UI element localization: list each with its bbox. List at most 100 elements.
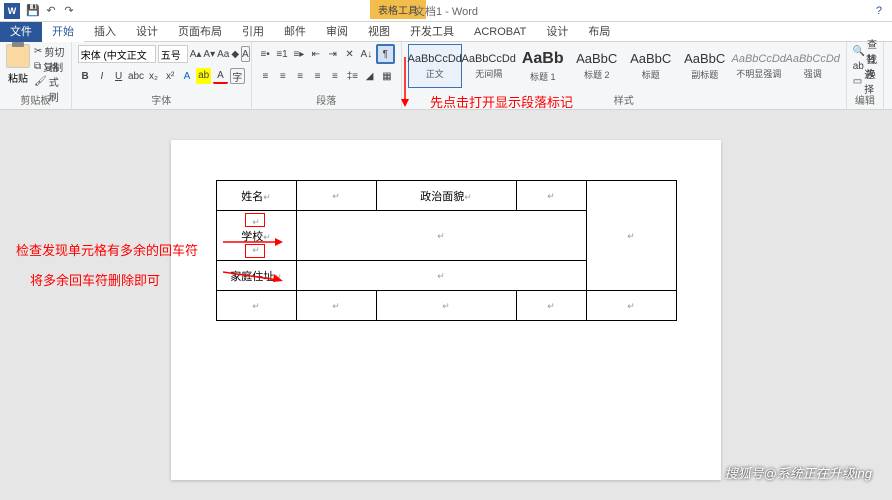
style-title[interactable]: AaBbC标题: [624, 44, 678, 88]
tab-file[interactable]: 文件: [0, 22, 42, 42]
style-nospace[interactable]: AaBbCcDd无间隔: [462, 44, 516, 88]
line-spacing-button[interactable]: ‡≡: [345, 68, 360, 84]
tab-design[interactable]: 设计: [126, 22, 168, 42]
cell-r3c2[interactable]: ↵: [296, 261, 586, 291]
tab-page-layout[interactable]: 页面布局: [168, 22, 232, 42]
style-subtitle[interactable]: AaBbC副标题: [678, 44, 732, 88]
paste-label[interactable]: 粘贴: [8, 70, 28, 85]
paste-icon[interactable]: [6, 44, 30, 68]
cell-r1c3[interactable]: 政治面貌↵: [376, 181, 516, 211]
style-normal[interactable]: AaBbCcDd正文: [408, 44, 462, 88]
bullets-button[interactable]: ≡•: [258, 46, 273, 62]
page[interactable]: 姓名↵ ↵ 政治面貌↵ ↵ ↵ ↵ 学校↵ ↵ ↵ 家庭住址↵ ↵: [171, 140, 721, 480]
show-hide-marks-button[interactable]: ¶: [376, 44, 395, 64]
highlight-button[interactable]: ab: [196, 68, 211, 84]
arrow-left1: [218, 232, 288, 252]
tab-table-design[interactable]: 设计: [536, 22, 578, 42]
style-heading2[interactable]: AaBbC标题 2: [570, 44, 624, 88]
scissors-icon: ✂: [34, 46, 42, 57]
style-heading1[interactable]: AaBb标题 1: [516, 44, 570, 88]
asian-layout-button[interactable]: ✕: [342, 46, 357, 62]
underline-button[interactable]: U: [111, 68, 126, 84]
cell-r4c1[interactable]: ↵: [216, 291, 296, 321]
increase-indent-button[interactable]: ⇥: [325, 46, 340, 62]
shading-button[interactable]: ◢: [362, 68, 377, 84]
align-left-button[interactable]: ≡: [258, 68, 273, 84]
tab-developer[interactable]: 开发工具: [400, 22, 464, 42]
font-color-button[interactable]: A: [213, 68, 228, 84]
cell-r1c4[interactable]: ↵: [516, 181, 586, 211]
tab-mailings[interactable]: 邮件: [274, 22, 316, 42]
highlight-box-1: [245, 213, 265, 227]
cell-r1c1[interactable]: 姓名↵: [216, 181, 296, 211]
arrow-left2: [218, 262, 288, 292]
tab-insert[interactable]: 插入: [84, 22, 126, 42]
cell-r1c2[interactable]: ↵: [296, 181, 376, 211]
cell-r4c3[interactable]: ↵: [376, 291, 516, 321]
char-border-button[interactable]: A: [241, 46, 250, 62]
change-case-button[interactable]: Aa: [217, 46, 229, 62]
cell-photo[interactable]: ↵: [586, 181, 676, 291]
italic-button[interactable]: I: [94, 68, 109, 84]
redo-icon[interactable]: ↷: [62, 4, 76, 18]
format-painter-button[interactable]: 🖌格式刷: [34, 74, 65, 88]
cell-r4c5[interactable]: ↵: [586, 291, 676, 321]
group-clipboard: 粘贴 ✂剪切 ⧉复制 🖌格式刷 剪贴板: [0, 42, 72, 109]
select-button[interactable]: ▭选择: [853, 74, 877, 88]
brush-icon: 🖌: [34, 76, 47, 87]
group-label-paragraph: 段落: [258, 90, 395, 107]
cell-r2c2[interactable]: ↵: [296, 211, 586, 261]
decrease-indent-button[interactable]: ⇤: [308, 46, 323, 62]
borders-button[interactable]: ▦: [379, 68, 394, 84]
group-editing: 🔍查找 ab替换 ▭选择 编辑: [847, 42, 884, 109]
group-paragraph: ≡• ≡1 ≡▸ ⇤ ⇥ ✕ A↓ ¶ ≡ ≡ ≡ ≡ ≡ ‡≡ ◢ ▦ 段落: [252, 42, 402, 109]
word-icon: W: [4, 3, 20, 19]
search-icon: 🔍: [853, 46, 865, 57]
grow-font-button[interactable]: A▴: [190, 46, 202, 62]
cell-r4c2[interactable]: ↵: [296, 291, 376, 321]
style-subtle-emphasis[interactable]: AaBbCcDd不明显强调: [732, 44, 786, 88]
help-icon[interactable]: ?: [876, 5, 882, 17]
subscript-button[interactable]: x₂: [146, 68, 161, 84]
ribbon-tabs: 文件 开始 插入 设计 页面布局 引用 邮件 审阅 视图 开发工具 ACROBA…: [0, 22, 892, 42]
arrow-top: [395, 52, 415, 112]
font-size-select[interactable]: [158, 45, 188, 63]
shrink-font-button[interactable]: A▾: [203, 46, 215, 62]
bold-button[interactable]: B: [78, 68, 93, 84]
text-effects-button[interactable]: A: [180, 68, 195, 84]
sort-button[interactable]: A↓: [359, 46, 374, 62]
group-label-font: 字体: [78, 90, 245, 107]
cut-button[interactable]: ✂剪切: [34, 44, 65, 58]
enclose-char-button[interactable]: 字: [230, 68, 245, 84]
strike-button[interactable]: abc: [128, 68, 144, 84]
group-label-clipboard: 剪贴板: [6, 90, 65, 107]
tab-acrobat[interactable]: ACROBAT: [464, 22, 536, 42]
cell-r4c4[interactable]: ↵: [516, 291, 586, 321]
tab-references[interactable]: 引用: [232, 22, 274, 42]
undo-icon[interactable]: ↶: [44, 4, 58, 18]
document-area[interactable]: 姓名↵ ↵ 政治面貌↵ ↵ ↵ ↵ 学校↵ ↵ ↵ 家庭住址↵ ↵: [0, 110, 892, 500]
superscript-button[interactable]: x²: [163, 68, 178, 84]
tab-table-layout[interactable]: 布局: [578, 22, 620, 42]
annotation-top: 先点击打开显示段落标记: [430, 92, 573, 111]
replace-icon: ab: [853, 61, 864, 72]
style-emphasis[interactable]: AaBbCcDd强调: [786, 44, 840, 88]
clear-format-button[interactable]: ◆: [231, 46, 239, 62]
tab-view[interactable]: 视图: [358, 22, 400, 42]
copy-icon: ⧉: [34, 61, 41, 72]
group-font: A▴ A▾ Aa ◆ A B I U abc x₂ x² A ab A 字 字体: [72, 42, 252, 109]
document-title: 文档1 - Word: [414, 3, 478, 19]
distributed-button[interactable]: ≡: [327, 68, 342, 84]
justify-button[interactable]: ≡: [310, 68, 325, 84]
save-icon[interactable]: 💾: [26, 4, 40, 18]
font-family-select[interactable]: [78, 45, 156, 63]
styles-gallery[interactable]: AaBbCcDd正文 AaBbCcDd无间隔 AaBb标题 1 AaBbC标题 …: [408, 44, 840, 88]
watermark: 搜狐号@系统正在升级ing: [724, 463, 872, 482]
tab-home[interactable]: 开始: [42, 22, 84, 42]
align-center-button[interactable]: ≡: [275, 68, 290, 84]
align-right-button[interactable]: ≡: [292, 68, 307, 84]
multilevel-button[interactable]: ≡▸: [291, 46, 306, 62]
quick-access-toolbar: 💾 ↶ ↷: [26, 4, 76, 18]
tab-review[interactable]: 审阅: [316, 22, 358, 42]
numbering-button[interactable]: ≡1: [275, 46, 290, 62]
